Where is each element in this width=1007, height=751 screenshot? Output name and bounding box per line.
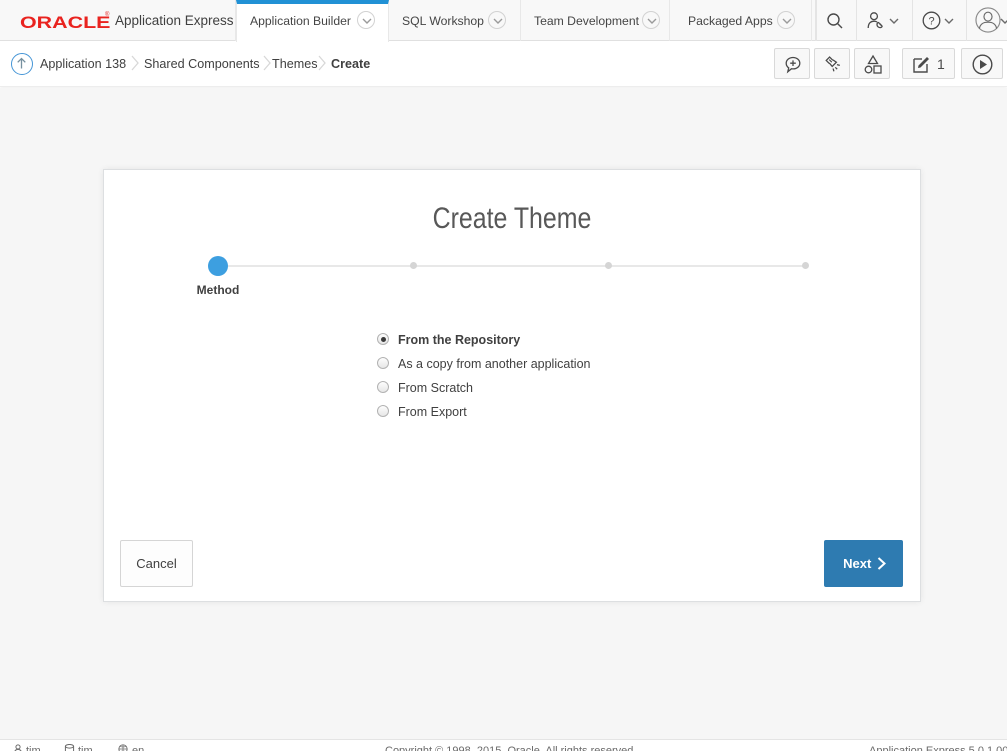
svg-text:?: ? [928,16,934,28]
